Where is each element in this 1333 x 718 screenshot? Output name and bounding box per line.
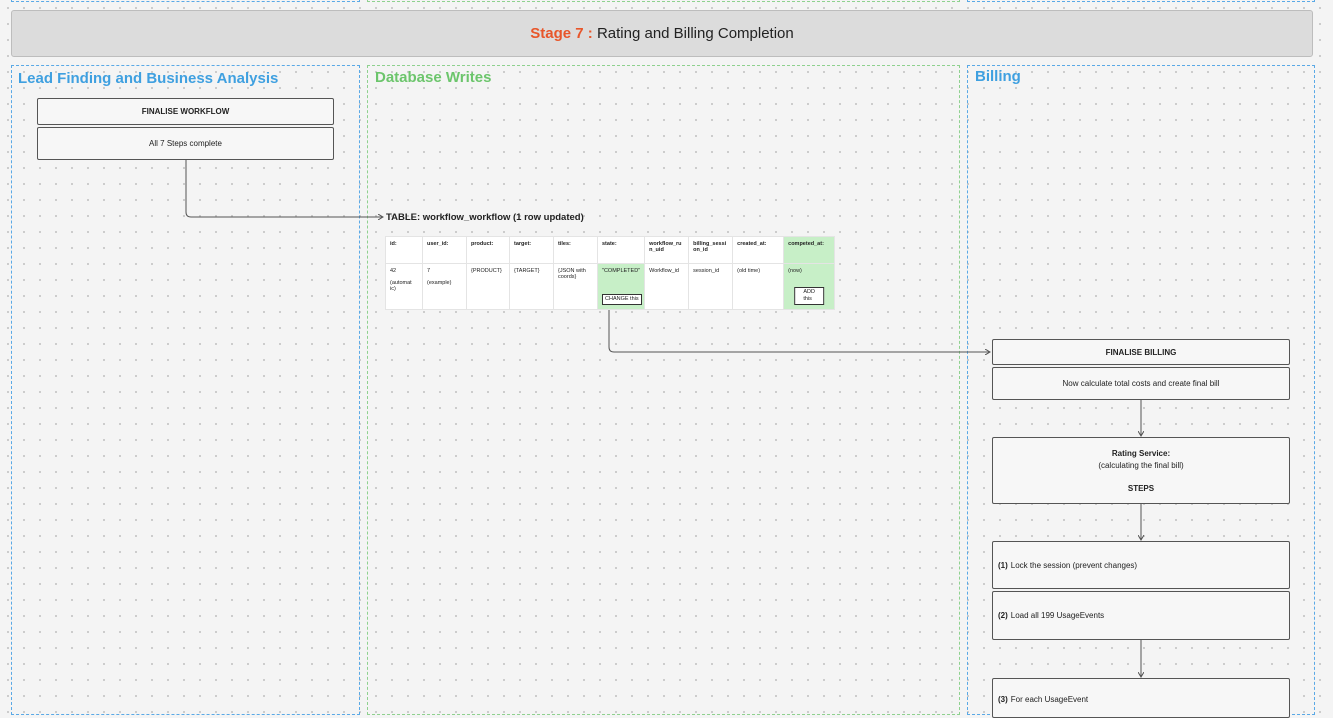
calculate-costs-box[interactable]: Now calculate total costs and create fin…	[992, 367, 1290, 400]
step-2-number: (2)	[998, 611, 1008, 620]
all-steps-complete-box[interactable]: All 7 Steps complete	[37, 127, 334, 160]
workflow-table: id: user_id: product: target: tiles: sta…	[385, 236, 836, 310]
header-cell-completed-at: competed_at:	[783, 236, 836, 264]
table-title: TABLE: workflow_workflow (1 row updated)	[386, 212, 584, 223]
cell-billing-session-id: session_id	[688, 263, 734, 310]
step-3-box[interactable]: (3) For each UsageEvent	[992, 678, 1290, 718]
stage-separator: :	[583, 25, 597, 42]
add-this-button[interactable]: ADD this	[794, 287, 824, 305]
step-1-box[interactable]: (1) Lock the session (prevent changes)	[992, 541, 1290, 589]
change-this-button[interactable]: CHANGE this	[602, 294, 642, 305]
stage-header: Stage 7 : Rating and Billing Completion	[11, 10, 1313, 57]
header-cell-id: id:	[385, 236, 423, 264]
step-2-text: Load all 199 UsageEvents	[1010, 611, 1105, 620]
finalise-workflow-box[interactable]: FINALISE WORKFLOW	[37, 98, 334, 125]
header-cell-tiles: tiles:	[553, 236, 598, 264]
cell-product: {PRODUCT}	[466, 263, 510, 310]
table-row: 42 (automat ic) 7 (example) {PRODUCT} {T…	[385, 263, 836, 310]
cell-completed-at-value: (now)	[788, 268, 802, 274]
cell-id: 42 (automat ic)	[385, 263, 423, 310]
cell-tiles: {JSON with coords}	[553, 263, 598, 310]
step-3-number: (3)	[998, 695, 1008, 704]
cell-created-at: (old time)	[732, 263, 785, 310]
rating-service-title: Rating Service:	[1111, 448, 1171, 458]
cell-completed-at: (now) ADD this	[783, 263, 836, 310]
prev-lane-right	[967, 0, 1315, 2]
stage-title: Rating and Billing Completion	[596, 25, 794, 42]
lane-billing-title: Billing	[975, 68, 1021, 85]
header-cell-created-at: created_at:	[732, 236, 785, 264]
rating-service-box[interactable]: Rating Service: (calculating the final b…	[992, 437, 1290, 504]
cell-workflow-run-uid: Workflow_id	[644, 263, 690, 310]
header-cell-billing-session-id: billing_sessi on_id	[688, 236, 734, 264]
step-1-text: Lock the session (prevent changes)	[1010, 560, 1138, 570]
step-2-box[interactable]: (2) Load all 199 UsageEvents	[992, 591, 1290, 640]
step-1-number: (1)	[998, 560, 1008, 570]
rating-service-subtitle: (calculating the final bill)	[1098, 460, 1184, 470]
step-3-text: For each UsageEvent	[1010, 695, 1089, 704]
rating-service-steps: STEPS	[1127, 483, 1155, 493]
lane-lead-finding-title: Lead Finding and Business Analysis	[18, 70, 279, 87]
lane-lead-finding	[11, 65, 360, 715]
cell-user-id: 7 (example)	[422, 263, 467, 310]
lane-database-writes-title: Database Writes	[375, 69, 492, 86]
prev-lane-left	[11, 0, 360, 2]
header-cell-workflow-run-uid: workflow_ru n_uid	[644, 236, 690, 264]
cell-state-value: "COMPLETED"	[602, 268, 641, 274]
lane-database-writes	[367, 65, 960, 715]
header-cell-product: product:	[466, 236, 510, 264]
header-cell-user-id: user_id:	[422, 236, 467, 264]
header-cell-state: state:	[596, 236, 646, 264]
prev-lane-middle	[367, 0, 960, 2]
stage-number: Stage 7	[530, 25, 584, 42]
cell-state: "COMPLETED" CHANGE this	[596, 263, 646, 310]
finalise-billing-box[interactable]: FINALISE BILLING	[992, 339, 1290, 365]
header-cell-target: target:	[509, 236, 554, 264]
cell-target: {TARGET}	[509, 263, 554, 310]
table-header-row: id: user_id: product: target: tiles: sta…	[385, 236, 836, 264]
